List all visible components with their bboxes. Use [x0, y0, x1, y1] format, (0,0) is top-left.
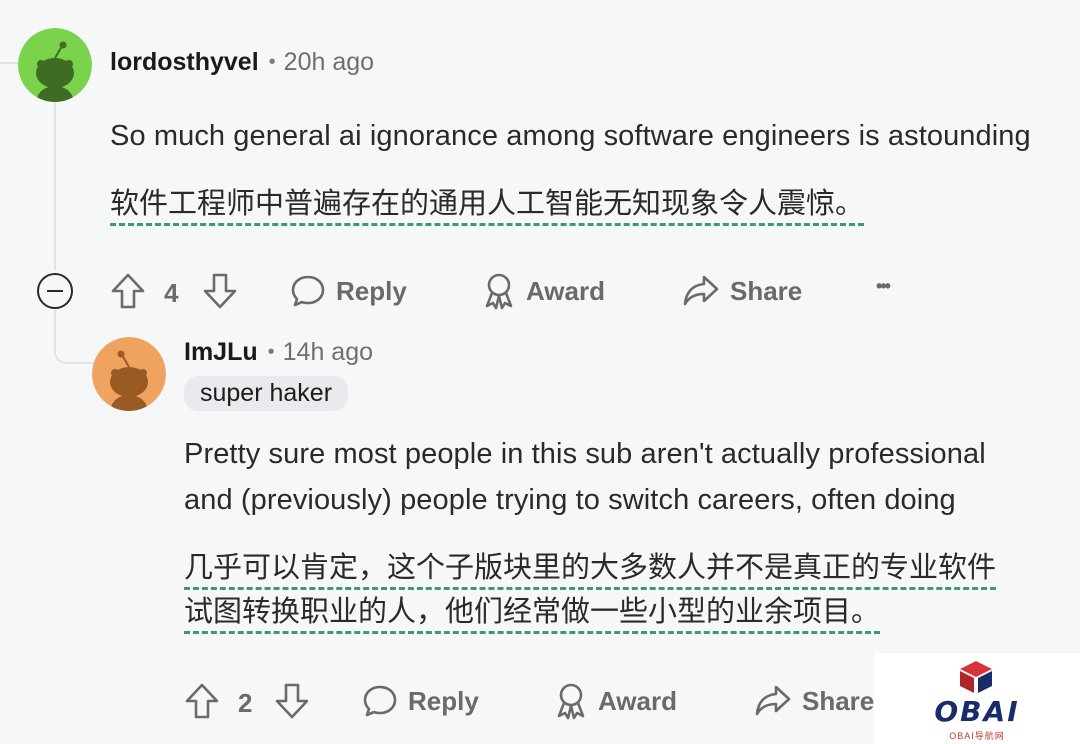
upvote-button[interactable]: [184, 682, 220, 720]
vote-count: 4: [164, 278, 179, 308]
watermark-logo: OBAI OBAI导航网: [874, 653, 1080, 744]
reply-button[interactable]: Reply: [362, 684, 479, 718]
award-icon: [557, 683, 585, 720]
username[interactable]: ImJLu: [184, 338, 258, 367]
share-button[interactable]: Share: [754, 684, 874, 718]
more-options-button[interactable]: •••: [876, 276, 891, 297]
separator: •: [268, 51, 276, 73]
share-label: Share: [730, 275, 803, 306]
comment-meta: lordosthyvel • 20h ago: [110, 48, 374, 77]
thread-line-main: [54, 100, 56, 270]
share-label: Share: [802, 685, 875, 716]
reply-label: Reply: [408, 685, 479, 716]
watermark-subtitle: OBAI导航网: [949, 731, 1005, 741]
more-icon: •••: [876, 276, 891, 296]
comment-text-cn-line2: 试图转换职业的人，他们经常做一些小型的业余项目。: [184, 594, 881, 634]
watermark-brand: OBAI: [934, 695, 1020, 728]
collapse-button[interactable]: [37, 273, 73, 309]
award-button[interactable]: Award: [554, 682, 677, 720]
thread-line-curve: [54, 350, 94, 364]
upvote-button[interactable]: [110, 272, 146, 310]
downvote-button[interactable]: [202, 272, 238, 310]
share-button[interactable]: Share: [682, 274, 802, 308]
vote-count: 2: [238, 688, 253, 718]
cube-logo-icon: [960, 661, 992, 693]
thread-line-branch: [54, 310, 56, 352]
reply-icon: [363, 685, 397, 717]
comment-meta: ImJLu • 14h ago: [184, 338, 373, 367]
avatar[interactable]: [18, 28, 92, 102]
comment-text-en: So much general ai ignorance among softw…: [110, 120, 1031, 152]
downvote-button[interactable]: [274, 682, 310, 720]
upvote-icon: [111, 273, 145, 309]
award-icon: [485, 273, 513, 310]
username[interactable]: lordosthyvel: [110, 48, 259, 77]
timestamp[interactable]: 20h ago: [284, 48, 374, 77]
award-label: Award: [598, 685, 677, 716]
share-icon: [683, 275, 719, 306]
comment-text-en-line2: and (previously) people trying to switch…: [184, 484, 956, 516]
comment-text-en-line1: Pretty sure most people in this sub aren…: [184, 438, 986, 470]
user-flair: super haker: [184, 376, 349, 411]
reply-button[interactable]: Reply: [290, 274, 407, 308]
upvote-icon: [185, 683, 219, 719]
timestamp[interactable]: 14h ago: [283, 338, 373, 367]
downvote-icon: [275, 683, 309, 719]
comment-text-cn-line1: 几乎可以肯定，这个子版块里的大多数人并不是真正的专业软件: [184, 550, 997, 590]
downvote-icon: [203, 273, 237, 309]
separator: •: [267, 341, 275, 363]
reply-icon: [291, 275, 325, 307]
reply-label: Reply: [336, 275, 407, 306]
award-label: Award: [526, 275, 605, 306]
share-icon: [755, 685, 791, 716]
comment-text-cn: 软件工程师中普遍存在的通用人工智能无知现象令人震惊。: [110, 186, 865, 226]
avatar[interactable]: [92, 337, 166, 411]
award-button[interactable]: Award: [482, 272, 605, 310]
